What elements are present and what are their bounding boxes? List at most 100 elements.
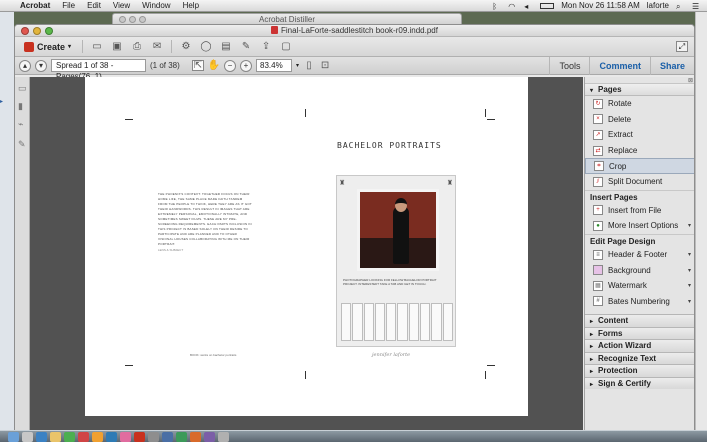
spread-title: BACHELOR PORTRAITS <box>337 141 442 150</box>
page-number-input[interactable]: Spread 1 of 38 - Pages(76, 1) <box>51 59 146 81</box>
sticky-note-icon[interactable]: ▤ <box>220 41 232 52</box>
launchpad-icon[interactable] <box>22 431 33 442</box>
section-sign-certify[interactable]: ▸ Sign & Certify <box>585 376 694 390</box>
zoom-dropdown-icon[interactable]: ▾ <box>296 62 299 69</box>
chevron-down-icon: ▾ <box>687 283 691 290</box>
tool-delete[interactable]: × Delete <box>585 112 694 128</box>
tool-crop[interactable]: ⌗ Crop <box>585 158 694 174</box>
fit-width-icon[interactable]: ⊡ <box>319 60 331 71</box>
zoom-out-icon[interactable]: − <box>224 59 236 72</box>
indesign-icon[interactable] <box>120 431 131 442</box>
calendar-icon[interactable] <box>78 431 89 442</box>
section-protection[interactable]: ▸ Protection <box>585 364 694 377</box>
save-icon[interactable]: ▣ <box>111 41 123 52</box>
zoom-level-input[interactable]: 83.4% <box>256 59 292 72</box>
bluetooth-icon[interactable]: ᛒ <box>492 2 501 11</box>
document-view[interactable]: THE PHOENIX'S CONTEXT: TOGETHER FOCUS ON… <box>30 77 594 430</box>
close-window-button[interactable] <box>21 27 29 35</box>
select-tool-icon[interactable]: ⇱ <box>192 60 204 71</box>
gear-icon[interactable]: ⚙ <box>180 41 192 52</box>
zoom-window-button[interactable] <box>45 27 53 35</box>
trash-icon[interactable] <box>218 431 229 442</box>
tool-bates-numbering[interactable]: # Bates Numbering ▾ <box>585 294 694 310</box>
menu-app[interactable]: Acrobat <box>14 1 56 10</box>
share-icon[interactable]: ⇪ <box>260 41 272 52</box>
menu-edit[interactable]: Edit <box>81 1 107 10</box>
volume-icon[interactable]: ◂ <box>524 2 533 11</box>
minimize-window-button[interactable] <box>33 27 41 35</box>
messages-icon[interactable] <box>64 431 75 442</box>
pdf-spread[interactable]: THE PHOENIX'S CONTEXT: TOGETHER FOCUS ON… <box>85 77 528 416</box>
window-titlebar[interactable]: Final-LaForte-saddlestitch book-r09.indd… <box>15 25 694 37</box>
tool-background[interactable]: Background ▾ <box>585 262 694 278</box>
insert-options-icon: ● <box>593 220 603 231</box>
menu-file[interactable]: File <box>56 1 81 10</box>
chevron-down-icon: ▾ <box>68 44 72 50</box>
tool-rotate[interactable]: ↻ Rotate <box>585 96 694 112</box>
menu-help[interactable]: Help <box>177 1 205 10</box>
open-folder-icon[interactable]: ▭ <box>91 41 103 52</box>
tool-more-insert-options[interactable]: ● More Insert Options ▾ <box>585 218 694 234</box>
page-footer: BOOK: works on bachelor portraits <box>190 353 237 357</box>
page-thumbnails-icon[interactable]: ▭ <box>18 83 27 93</box>
comment-icon[interactable]: ◯ <box>200 41 212 52</box>
user-name[interactable]: laforte <box>647 1 669 10</box>
disclosure-closed-icon: ▸ <box>590 344 594 351</box>
zoom-in-icon[interactable]: + <box>240 59 252 72</box>
email-icon[interactable]: ✉ <box>151 41 163 52</box>
tool-insert-from-file[interactable]: + Insert from File <box>585 203 694 219</box>
intro-paragraph: THE PHOENIX'S CONTEXT: TOGETHER FOCUS ON… <box>158 192 252 246</box>
tool-split-document[interactable]: ⫽ Split Document <box>585 174 694 190</box>
section-pages[interactable]: ▾ Pages <box>585 84 694 96</box>
attach-icon[interactable]: ▢ <box>280 41 292 52</box>
crop-mark <box>487 119 495 120</box>
tool-replace[interactable]: ⇄ Replace <box>585 143 694 159</box>
print-icon[interactable]: ⎙ <box>131 41 143 52</box>
wifi-icon[interactable]: ◠ <box>508 2 517 11</box>
settings-icon[interactable] <box>148 431 159 442</box>
create-button[interactable]: Create ▾ <box>21 41 74 53</box>
excel-icon[interactable] <box>176 431 187 442</box>
tab-share[interactable]: Share <box>649 57 694 75</box>
acrobat-icon[interactable] <box>134 431 145 442</box>
photoshop-icon[interactable] <box>106 431 117 442</box>
fit-page-icon[interactable]: ▯ <box>303 60 315 71</box>
photos-icon[interactable] <box>92 431 103 442</box>
section-content[interactable]: ▸ Content <box>585 314 694 327</box>
window-title: Final-LaForte-saddlestitch book-r09.indd… <box>281 26 438 35</box>
section-forms[interactable]: ▸ Forms <box>585 326 694 340</box>
section-action-wizard[interactable]: ▸ Action Wizard <box>585 339 694 352</box>
toolbar-divider <box>82 40 84 53</box>
attachments-icon[interactable]: ⌁ <box>18 119 27 129</box>
highlight-icon[interactable]: ✎ <box>240 41 252 52</box>
tab-tools[interactable]: Tools <box>549 57 589 75</box>
tab-comment[interactable]: Comment <box>589 57 650 75</box>
disclosure-closed-icon: ▸ <box>590 331 594 338</box>
notification-center-icon[interactable]: ☰ <box>692 2 701 11</box>
spotlight-icon[interactable]: ⌕ <box>676 2 685 11</box>
mail-icon[interactable] <box>50 431 61 442</box>
battery-icon[interactable] <box>540 2 555 9</box>
crop-icon: ⌗ <box>594 161 604 172</box>
itunes-icon[interactable] <box>204 431 215 442</box>
tool-extract[interactable]: ↗ Extract <box>585 127 694 143</box>
finder-icon[interactable] <box>8 431 19 442</box>
signatures-icon[interactable]: ✎ <box>18 139 27 149</box>
page-count: (1 of 38) <box>150 61 180 70</box>
fullscreen-icon[interactable]: ⤢ <box>676 41 688 52</box>
menu-view[interactable]: View <box>107 1 136 10</box>
tool-watermark[interactable]: ▦ Watermark ▾ <box>585 278 694 294</box>
tool-header-footer[interactable]: ≡ Header & Footer ▾ <box>585 247 694 263</box>
next-page-icon[interactable]: ▾ <box>35 59 47 72</box>
word-icon[interactable] <box>162 431 173 442</box>
safari-icon[interactable] <box>36 431 47 442</box>
close-pane-icon[interactable]: ⊠ <box>688 77 693 84</box>
menu-window[interactable]: Window <box>136 1 176 10</box>
previous-page-icon[interactable]: ▴ <box>19 59 31 72</box>
firefox-icon[interactable] <box>190 431 201 442</box>
clock[interactable]: Mon Nov 26 11:58 AM <box>561 1 640 10</box>
bookmarks-icon[interactable]: ▮ <box>18 101 27 111</box>
hand-tool-icon[interactable]: ✋ <box>208 60 220 71</box>
chevron-down-icon: ▾ <box>687 252 691 259</box>
section-recognize-text[interactable]: ▸ Recognize Text <box>585 351 694 365</box>
